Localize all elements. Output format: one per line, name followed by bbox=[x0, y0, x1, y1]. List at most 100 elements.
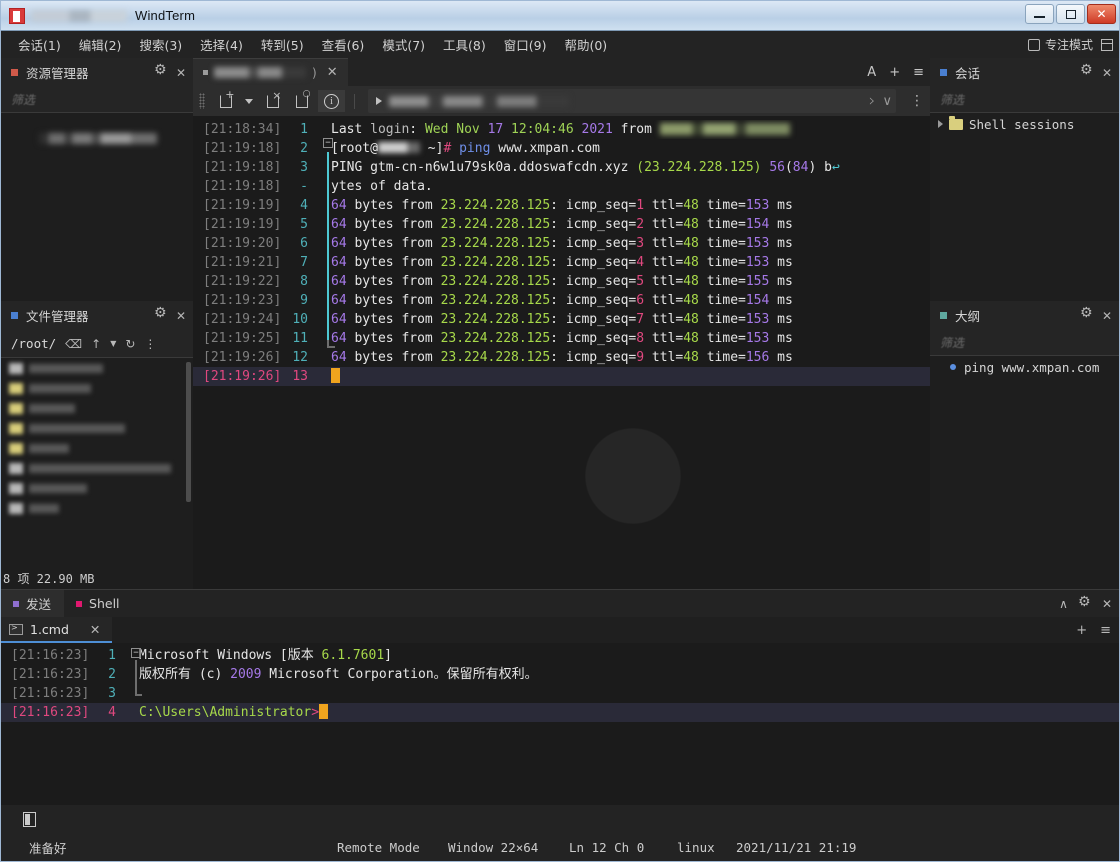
terminal-line[interactable]: [21:19:18]3PING gtm-cn-n6w1u79sk0a.ddosw… bbox=[193, 158, 930, 177]
current-path[interactable]: /root/ bbox=[11, 336, 56, 351]
new-session-dropdown[interactable] bbox=[242, 90, 256, 112]
file-list[interactable] bbox=[1, 358, 193, 567]
terminal-line[interactable]: [21:19:26]13 bbox=[193, 367, 930, 386]
terminal-text: : bbox=[550, 293, 566, 308]
tab-send[interactable]: 发送 bbox=[1, 590, 64, 617]
terminal-line[interactable]: [21:19:18]2[root@ ~]# ping www.xmpan.com bbox=[193, 139, 930, 158]
focus-mode-button[interactable]: 专注模式 bbox=[1028, 36, 1093, 53]
terminal-line[interactable]: [21:16:23]4C:\Users\Administrator> bbox=[1, 703, 1119, 722]
collapse-icon[interactable]: ∧ bbox=[1059, 597, 1068, 611]
vertical-scrollbar[interactable] bbox=[186, 362, 191, 502]
terminal-line[interactable]: [21:16:23]2版权所有 (c) 2009 Microsoft Corpo… bbox=[1, 665, 1119, 684]
list-item[interactable] bbox=[1, 438, 193, 458]
menu-icon[interactable]: ≡ bbox=[1100, 623, 1111, 638]
chevron-down-icon[interactable]: ▼ bbox=[110, 340, 116, 348]
terminal-line[interactable]: [21:19:23]964 bytes from 23.224.228.125:… bbox=[193, 291, 930, 310]
status-platform[interactable]: linux bbox=[677, 840, 715, 855]
close-icon[interactable]: ✕ bbox=[1102, 310, 1112, 322]
subtab-1-cmd[interactable]: 1.cmd ✕ bbox=[1, 617, 112, 643]
menu-mode[interactable]: 模式(7) bbox=[373, 32, 434, 57]
terminal-line[interactable]: [21:19:24]1064 bytes from 23.224.228.125… bbox=[193, 310, 930, 329]
clear-path-icon[interactable]: ⌫ bbox=[65, 338, 82, 350]
terminal-line[interactable]: [21:19:22]864 bytes from 23.224.228.125:… bbox=[193, 272, 930, 291]
menu-session[interactable]: 会话(1) bbox=[9, 32, 70, 57]
page-icon[interactable] bbox=[23, 812, 36, 827]
terminal-line[interactable]: [21:16:23]1Microsoft Windows [版本 6.1.760… bbox=[1, 646, 1119, 665]
close-tab-icon[interactable]: ✕ bbox=[327, 65, 338, 80]
tab-menu-icon[interactable]: ≡ bbox=[913, 65, 924, 80]
close-icon[interactable]: ✕ bbox=[1102, 597, 1112, 611]
close-button[interactable]: ✕ bbox=[1087, 4, 1116, 24]
address-bar[interactable]: › ∨ bbox=[368, 89, 896, 113]
line-timestamp: [21:16:23] bbox=[1, 646, 89, 665]
close-icon[interactable]: ✕ bbox=[176, 310, 186, 322]
list-item[interactable] bbox=[1, 458, 193, 478]
close-session-button[interactable] bbox=[260, 90, 285, 112]
list-item[interactable] bbox=[1, 418, 193, 438]
menu-help[interactable]: 帮助(0) bbox=[555, 32, 616, 57]
fold-toggle-icon[interactable]: − bbox=[323, 138, 333, 148]
list-item[interactable] bbox=[1, 398, 193, 418]
sessions-filter[interactable]: 筛选 bbox=[930, 87, 1119, 113]
outline-item[interactable]: ping www.xmpan.com bbox=[930, 356, 1119, 378]
maximize-button[interactable] bbox=[1056, 4, 1085, 24]
menu-window[interactable]: 窗口(9) bbox=[495, 32, 556, 57]
gear-icon[interactable] bbox=[1081, 67, 1093, 79]
terminal-tab[interactable]: ) ✕ bbox=[193, 58, 348, 86]
fold-toggle-icon[interactable]: − bbox=[131, 648, 141, 658]
go-icon[interactable]: › bbox=[869, 91, 876, 111]
terminal-output[interactable]: − [21:18:34]1Last login: Wed Nov 17 12:0… bbox=[193, 116, 930, 589]
more-options-icon[interactable]: ⋮ bbox=[144, 338, 156, 350]
font-size-icon[interactable]: A bbox=[867, 65, 876, 80]
toolbar-more-icon[interactable]: ⋮ bbox=[904, 94, 930, 108]
new-session-button[interactable] bbox=[213, 90, 238, 112]
menu-search[interactable]: 搜索(3) bbox=[130, 32, 191, 57]
menu-view[interactable]: 查看(6) bbox=[313, 32, 374, 57]
line-number: 6 bbox=[281, 234, 311, 253]
gear-icon[interactable] bbox=[1081, 310, 1093, 322]
run-arrow-icon[interactable] bbox=[376, 97, 382, 105]
session-info-button[interactable]: i bbox=[318, 90, 345, 112]
refresh-icon[interactable]: ↻ bbox=[125, 338, 135, 350]
add-tab-icon[interactable]: + bbox=[889, 65, 900, 80]
terminal-line[interactable]: [21:19:21]764 bytes from 23.224.228.125:… bbox=[193, 253, 930, 272]
terminal-line[interactable]: [21:19:25]1164 bytes from 23.224.228.125… bbox=[193, 329, 930, 348]
cmd-output[interactable]: [21:16:23]1Microsoft Windows [版本 6.1.760… bbox=[1, 643, 1119, 805]
close-icon[interactable]: ✕ bbox=[1102, 67, 1112, 79]
status-mode[interactable]: Remote Mode bbox=[337, 840, 420, 855]
chevron-right-icon[interactable] bbox=[938, 120, 943, 128]
toolbar-grip-handle[interactable] bbox=[199, 93, 205, 109]
terminal-line[interactable]: [21:16:23]3 bbox=[1, 684, 1119, 703]
close-subtab-icon[interactable]: ✕ bbox=[90, 622, 100, 637]
parent-folder-icon[interactable]: ↑ bbox=[91, 338, 101, 350]
list-item[interactable] bbox=[1, 378, 193, 398]
terminal-line[interactable]: [21:19:19]564 bytes from 23.224.228.125:… bbox=[193, 215, 930, 234]
minimize-button[interactable] bbox=[1025, 4, 1054, 24]
terminal-line[interactable]: [21:19:18]-ytes of data. bbox=[193, 177, 930, 196]
line-timestamp: [21:19:26] bbox=[193, 367, 281, 386]
list-item[interactable] bbox=[1, 498, 193, 518]
tree-item-shell-sessions[interactable]: Shell sessions bbox=[930, 113, 1119, 135]
gear-icon[interactable] bbox=[1079, 598, 1091, 610]
menu-goto[interactable]: 转到(5) bbox=[252, 32, 313, 57]
resource-manager-filter[interactable]: 筛选 bbox=[1, 87, 193, 113]
tab-shell[interactable]: Shell bbox=[64, 590, 133, 617]
gear-icon[interactable] bbox=[155, 67, 167, 79]
chevron-down-icon[interactable]: ∨ bbox=[882, 94, 892, 109]
layout-toggle-icon[interactable] bbox=[1101, 39, 1113, 51]
terminal-line[interactable]: [21:18:34]1Last login: Wed Nov 17 12:04:… bbox=[193, 120, 930, 139]
menu-select[interactable]: 选择(4) bbox=[191, 32, 252, 57]
terminal-line[interactable]: [21:19:26]1264 bytes from 23.224.228.125… bbox=[193, 348, 930, 367]
menu-tools[interactable]: 工具(8) bbox=[434, 32, 495, 57]
menu-edit[interactable]: 编辑(2) bbox=[70, 32, 131, 57]
list-item[interactable] bbox=[1, 358, 193, 378]
list-item[interactable] bbox=[1, 478, 193, 498]
reconnect-session-button[interactable] bbox=[289, 90, 314, 112]
terminal-line[interactable]: [21:19:20]664 bytes from 23.224.228.125:… bbox=[193, 234, 930, 253]
close-icon[interactable]: ✕ bbox=[176, 67, 186, 79]
resource-entry-redacted[interactable] bbox=[39, 133, 157, 144]
add-icon[interactable]: + bbox=[1076, 623, 1087, 638]
outline-filter[interactable]: 筛选 bbox=[930, 330, 1119, 356]
gear-icon[interactable] bbox=[155, 310, 167, 322]
terminal-line[interactable]: [21:19:19]464 bytes from 23.224.228.125:… bbox=[193, 196, 930, 215]
